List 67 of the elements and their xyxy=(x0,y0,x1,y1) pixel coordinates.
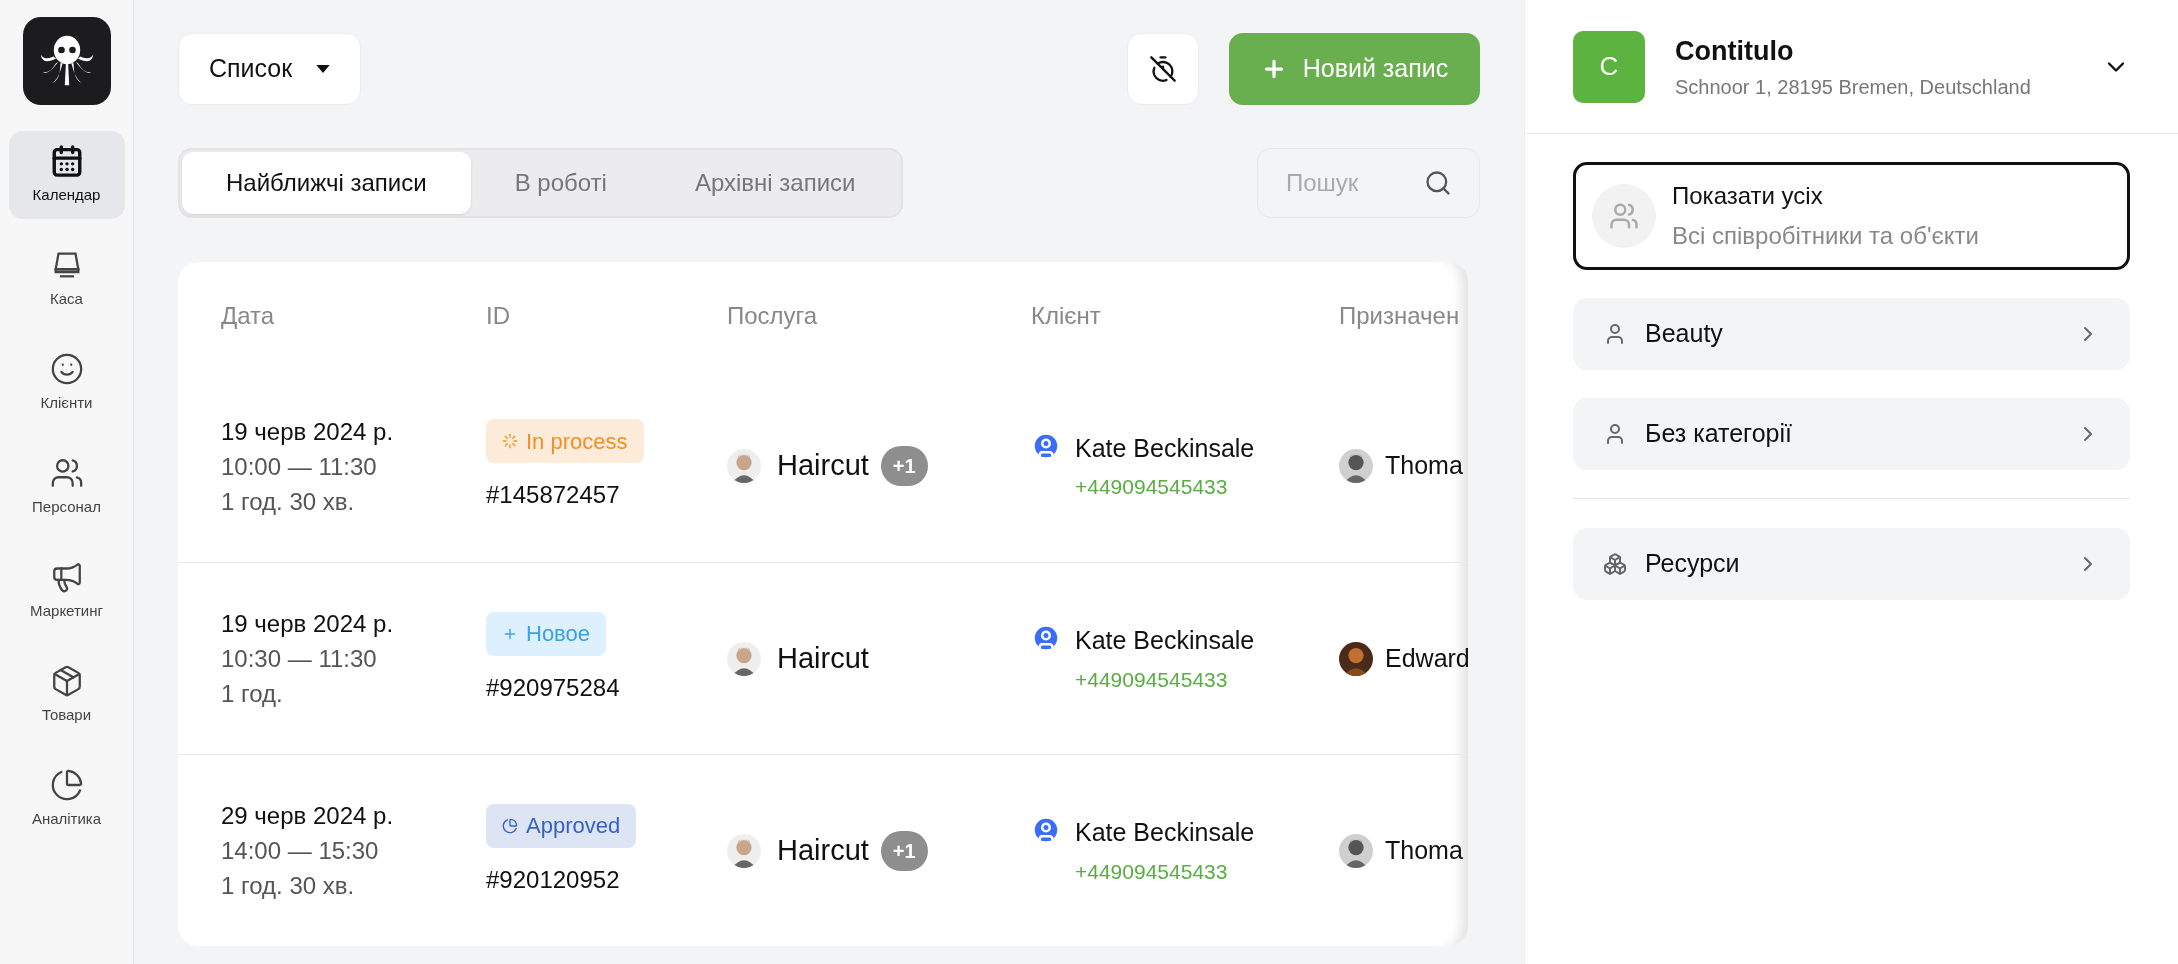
appointment-duration: 1 год. 30 хв. xyxy=(221,486,356,517)
appointment-id: #145872457 xyxy=(486,480,620,510)
appointment-time: 10:00 — 11:30 xyxy=(221,451,378,482)
sidebar-item[interactable]: Клієнти xyxy=(8,339,125,427)
client-name: Kate Beckinsale xyxy=(1075,432,1255,464)
sidebar-item[interactable]: Персонал xyxy=(8,443,125,531)
resources-item[interactable]: Ресурси xyxy=(1573,528,2130,600)
appointment-duration: 1 год. xyxy=(221,679,284,709)
client-phone: +449094545433 xyxy=(1075,474,1229,500)
option-subtitle: Всі співробітники та об'єкти xyxy=(1672,221,1979,251)
view-dropdown[interactable]: Список xyxy=(178,33,362,105)
search-field[interactable]: Пошук xyxy=(1257,148,1480,218)
appointment-time: 10:30 — 11:30 xyxy=(221,644,378,674)
column-header: Клієнт xyxy=(1031,301,1102,331)
column-header: Дата xyxy=(221,301,276,331)
service-name: Haircut xyxy=(777,832,869,868)
timer-off-button[interactable] xyxy=(1127,33,1199,105)
client-avatar-icon xyxy=(1031,623,1061,653)
sidebar-item[interactable]: Календар xyxy=(8,131,125,219)
column-header: Послуга xyxy=(727,301,819,331)
extra-count-badge: +1 xyxy=(880,446,928,486)
appointment-id: #920975284 xyxy=(486,672,620,703)
assignee-name: Thoma xyxy=(1385,450,1463,482)
pie-chart-icon xyxy=(502,817,518,834)
smiley-icon xyxy=(49,351,84,386)
resources-icon xyxy=(1603,552,1627,576)
sidebar-item[interactable]: Товари xyxy=(8,651,125,739)
tab[interactable]: Найближчі записи xyxy=(182,152,471,214)
tab[interactable]: Архівні записи xyxy=(650,152,900,214)
column-header: Призначен xyxy=(1339,301,1461,331)
client-phone: +449094545433 xyxy=(1075,666,1229,693)
company-address: Schnoor 1, 28195 Bremen, Deutschland xyxy=(1675,74,2032,100)
sidebar-item[interactable]: Каса xyxy=(8,235,125,323)
sidebar-item[interactable]: Маркетинг xyxy=(8,547,125,635)
dropdown-caret-icon xyxy=(316,65,331,73)
assignee-name: Thoma xyxy=(1385,834,1463,866)
appointment-id: #920120952 xyxy=(486,864,620,895)
client-name: Kate Beckinsale xyxy=(1075,625,1255,656)
timer-off-icon xyxy=(1149,55,1177,83)
sidebar-item[interactable]: Аналітика xyxy=(8,755,125,843)
app-logo[interactable] xyxy=(22,17,111,105)
client-phone: +449094545433 xyxy=(1075,858,1229,885)
appointment-time: 14:00 — 15:30 xyxy=(221,836,380,866)
search-icon xyxy=(1424,169,1452,197)
option-title: Показати усіх xyxy=(1672,181,1824,211)
appointment-date: 19 черв 2024 р. xyxy=(221,416,395,447)
spinner-icon xyxy=(502,433,518,449)
tab[interactable]: В роботі xyxy=(470,152,651,214)
category-item[interactable]: Beauty xyxy=(1573,298,2130,370)
assignee-name: Edward xyxy=(1385,642,1468,674)
appointment-date: 19 черв 2024 р. xyxy=(221,609,395,639)
appointment-duration: 1 год. 30 хв. xyxy=(221,871,356,901)
service-name: Haircut xyxy=(777,448,869,484)
status-badge: Approved xyxy=(486,803,637,848)
column-header: ID xyxy=(486,301,511,331)
extra-count-badge: +1 xyxy=(880,830,928,871)
client-avatar-icon xyxy=(1031,815,1061,845)
status-badge: Новое xyxy=(486,611,607,656)
service-name: Haircut xyxy=(777,640,869,676)
show-all-option[interactable]: Показати усіх Всі співробітники та об'єкти xyxy=(1573,162,2130,270)
pie-chart-icon xyxy=(49,767,84,802)
client-name: Kate Beckinsale xyxy=(1075,817,1255,848)
company-name: Contitulo xyxy=(1675,35,1795,69)
company-avatar: C xyxy=(1573,30,1645,103)
category-item[interactable]: Без категорії xyxy=(1573,398,2130,470)
appointment-date: 29 черв 2024 р. xyxy=(221,801,395,831)
status-badge: In process xyxy=(486,419,644,463)
